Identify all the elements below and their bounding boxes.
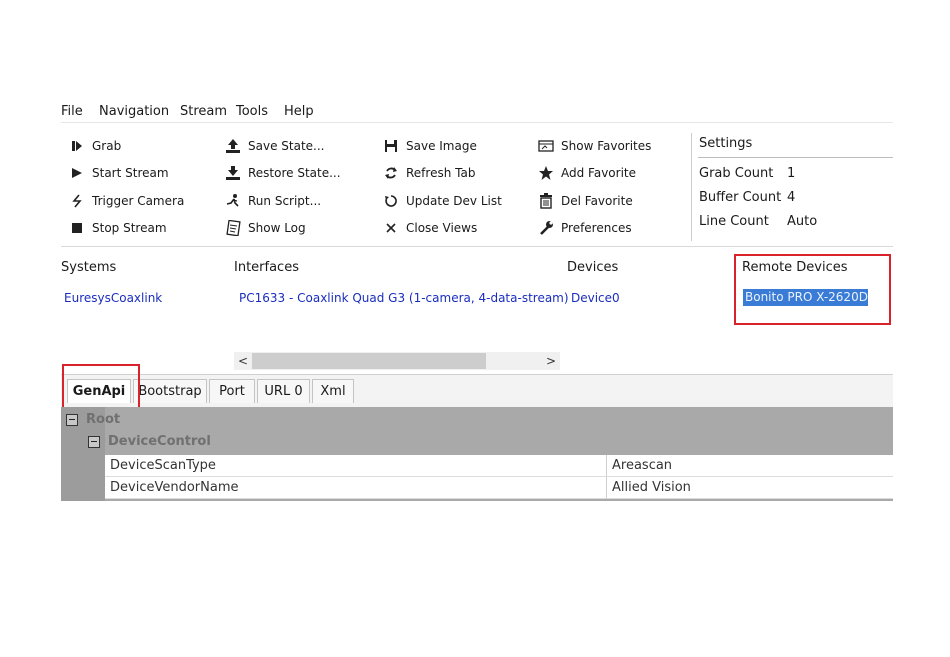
column-divider [606,455,607,476]
root-label: Root [86,412,121,427]
save-state-button[interactable]: Save State... [224,136,324,156]
toolbar-bottom-border [61,246,893,247]
download-icon [224,165,242,181]
toolbar-separator [691,133,692,241]
del-favorite-button[interactable]: Del Favorite [537,191,633,211]
upload-icon [224,138,242,154]
refresh-icon [382,166,400,180]
save-image-label: Save Image [406,139,477,153]
tree-node-root[interactable]: Root [66,412,120,427]
devicecontrol-label: DeviceControl [108,434,211,449]
update-icon [382,194,400,208]
stop-icon [68,222,86,234]
close-icon [382,222,400,234]
del-favorite-label: Del Favorite [561,194,633,208]
log-document-icon [224,220,242,236]
feature-name: DeviceVendorName [110,480,239,495]
feature-value[interactable]: Areascan [612,458,672,473]
collapse-icon[interactable] [66,413,78,426]
buffer-count-label: Buffer Count [699,190,782,205]
grab-icon [68,140,86,152]
trigger-camera-label: Trigger Camera [92,194,185,208]
tab-bootstrap[interactable]: Bootstrap [133,379,207,403]
menu-tools[interactable]: Tools [236,104,268,119]
run-script-button[interactable]: Run Script... [224,191,321,211]
buffer-count-value[interactable]: 4 [787,190,795,205]
floppy-disk-icon [382,139,400,153]
refresh-tab-label: Refresh Tab [406,166,476,180]
star-icon [537,165,555,181]
grab-count-value[interactable]: 1 [787,166,795,181]
refresh-tab-button[interactable]: Refresh Tab [382,163,475,183]
tab-port[interactable]: Port [209,379,255,403]
stop-stream-label: Stop Stream [92,221,167,235]
genapi-tab-highlight [62,364,140,412]
grab-count-label: Grab Count [699,166,774,181]
stop-stream-button[interactable]: Stop Stream [68,218,167,238]
interfaces-header: Interfaces [234,260,299,275]
start-stream-button[interactable]: Start Stream [68,163,169,183]
running-person-icon [224,193,242,209]
wrench-icon [537,220,555,236]
interface-entry[interactable]: PC1633 - Coaxlink Quad G3 (1-camera, 4-d… [239,291,569,305]
play-icon [68,167,86,179]
save-image-button[interactable]: Save Image [382,136,477,156]
trigger-camera-button[interactable]: Trigger Camera [68,191,184,211]
settings-title: Settings [699,136,753,151]
grab-button[interactable]: Grab [68,136,121,156]
grab-label: Grab [92,139,122,153]
system-entry[interactable]: EuresysCoaxlink [64,291,162,305]
feature-name: DeviceScanType [110,458,216,473]
run-script-label: Run Script... [248,194,322,208]
show-favorites-button[interactable]: Show Favorites [537,136,651,156]
devices-header: Devices [567,260,619,275]
menu-stream[interactable]: Stream [180,104,227,119]
horizontal-scrollbar[interactable]: < > [234,352,560,370]
menu-file[interactable]: File [61,104,83,119]
collapse-icon[interactable] [88,435,100,448]
save-state-label: Save State... [248,139,325,153]
line-count-label: Line Count [699,214,769,229]
menu-bar: File Navigation Stream Tools Help [61,102,893,123]
show-log-label: Show Log [248,221,306,235]
tab-url-0[interactable]: URL 0 [257,379,310,403]
update-dev-list-label: Update Dev List [406,194,502,208]
column-divider [606,477,607,498]
preferences-button[interactable]: Preferences [537,218,632,238]
remote-devices-highlight [734,254,891,325]
tree-node-devicecontrol[interactable]: DeviceControl [88,434,211,449]
preferences-label: Preferences [561,221,632,235]
close-views-label: Close Views [406,221,478,235]
table-row[interactable]: DeviceScanType Areascan [105,455,893,477]
add-favorite-label: Add Favorite [561,166,636,180]
start-stream-label: Start Stream [92,166,169,180]
restore-state-label: Restore State... [248,166,341,180]
trash-icon [537,193,555,209]
feature-value[interactable]: Allied Vision [612,480,691,495]
update-dev-list-button[interactable]: Update Dev List [382,191,502,211]
favorites-window-icon [537,139,555,153]
scroll-right-icon[interactable]: > [542,352,560,370]
lightning-icon [68,194,86,208]
table-row[interactable]: DeviceVendorName Allied Vision [105,477,893,499]
line-count-value[interactable]: Auto [787,214,817,229]
restore-state-button[interactable]: Restore State... [224,163,341,183]
systems-header: Systems [61,260,117,275]
show-log-button[interactable]: Show Log [224,218,306,238]
scrollbar-thumb[interactable] [252,353,486,369]
show-favorites-label: Show Favorites [561,139,652,153]
add-favorite-button[interactable]: Add Favorite [537,163,636,183]
settings-divider [698,157,893,158]
menu-help[interactable]: Help [284,104,314,119]
menu-navigation[interactable]: Navigation [99,104,169,119]
scroll-left-icon[interactable]: < [234,352,252,370]
tab-xml[interactable]: Xml [312,379,354,403]
device-entry[interactable]: Device0 [571,291,620,305]
close-views-button[interactable]: Close Views [382,218,477,238]
